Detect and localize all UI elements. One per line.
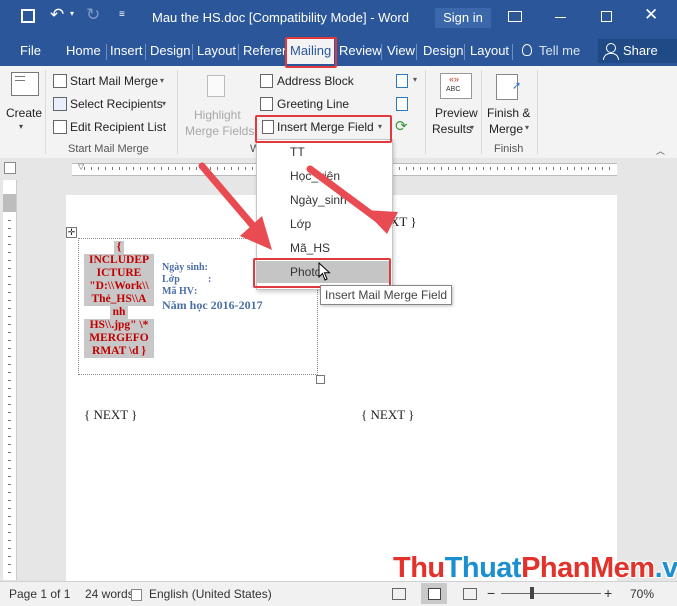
watermark-thu: Thu — [393, 552, 445, 584]
web-layout-icon[interactable] — [463, 588, 477, 600]
print-layout-icon — [428, 588, 441, 600]
zoom-slider-thumb[interactable] — [530, 587, 534, 599]
watermark-phanmem: PhanMem — [521, 552, 655, 584]
zoom-in-button[interactable]: + — [604, 585, 612, 601]
proofing-icon[interactable] — [131, 589, 142, 601]
word-count[interactable]: 24 words — [85, 587, 134, 601]
watermark: ThuThuatPhanMem.vn — [393, 552, 677, 585]
zoom-out-button[interactable]: − — [487, 585, 495, 601]
annotation-arrow-1 — [198, 162, 272, 250]
annotation-arrows — [198, 162, 398, 250]
zoom-slider-track[interactable] — [501, 593, 601, 594]
read-mode-icon[interactable] — [392, 588, 406, 600]
watermark-thuat: Thuat — [444, 552, 522, 584]
zoom-level[interactable]: 70% — [630, 587, 654, 601]
watermark-vn: .vn — [654, 552, 677, 584]
language[interactable]: English (United States) — [149, 587, 272, 601]
page-count[interactable]: Page 1 of 1 — [9, 587, 70, 601]
annotation-arrow-2 — [306, 165, 398, 234]
